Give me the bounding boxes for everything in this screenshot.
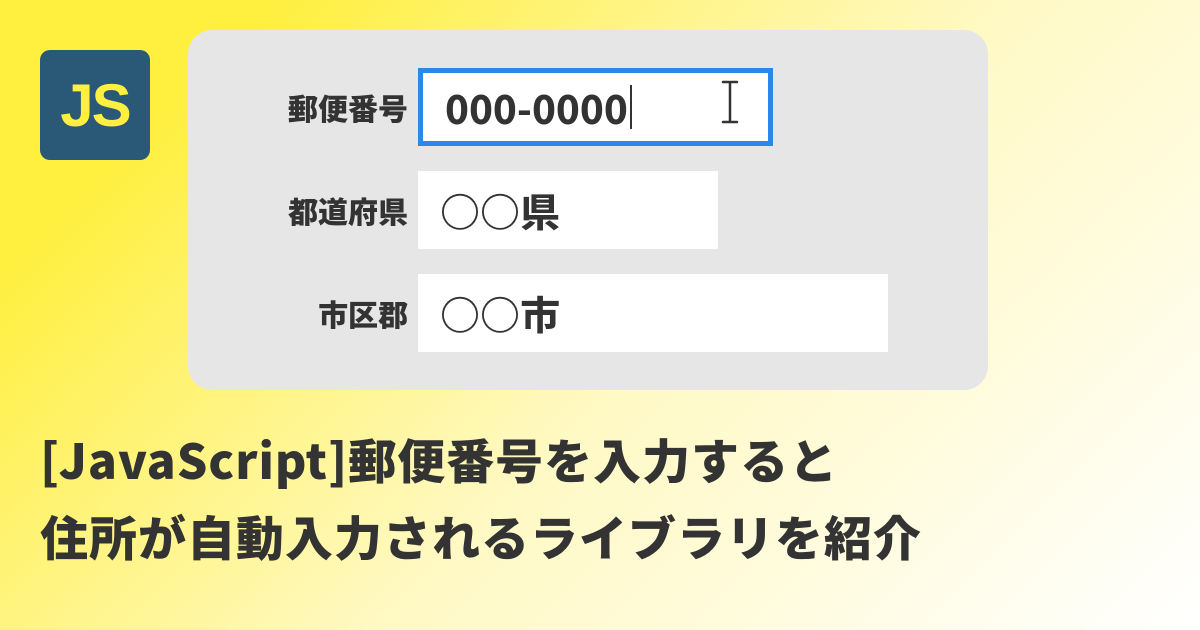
postal-value: 000-0000 [445,78,628,136]
prefecture-row: 都道府県 ○○県 [238,171,928,249]
js-badge: JS [40,50,150,160]
js-badge-text: JS [60,71,129,140]
prefecture-label: 都道府県 [238,188,408,232]
city-label: 市区郡 [238,291,408,335]
city-value: ○○市 [440,284,560,342]
article-title: [JavaScript]郵便番号を入力すると 住所が自動入力されるライブラリを紹… [40,420,922,574]
cursor-ibeam-icon [720,78,740,136]
prefecture-value: ○○県 [440,181,560,239]
prefecture-input[interactable]: ○○県 [418,171,718,249]
title-line-2: 住所が自動入力されるライブラリを紹介 [40,497,922,574]
postal-row: 郵便番号 000-0000 [238,68,928,146]
form-card: 郵便番号 000-0000 都道府県 ○○県 市区郡 ○○市 [188,30,988,390]
city-input[interactable]: ○○市 [418,274,888,352]
postal-input[interactable]: 000-0000 [418,68,773,146]
text-caret [630,85,632,129]
title-line-1: [JavaScript]郵便番号を入力すると [40,420,922,497]
city-row: 市区郡 ○○市 [238,274,928,352]
postal-label: 郵便番号 [238,85,408,129]
